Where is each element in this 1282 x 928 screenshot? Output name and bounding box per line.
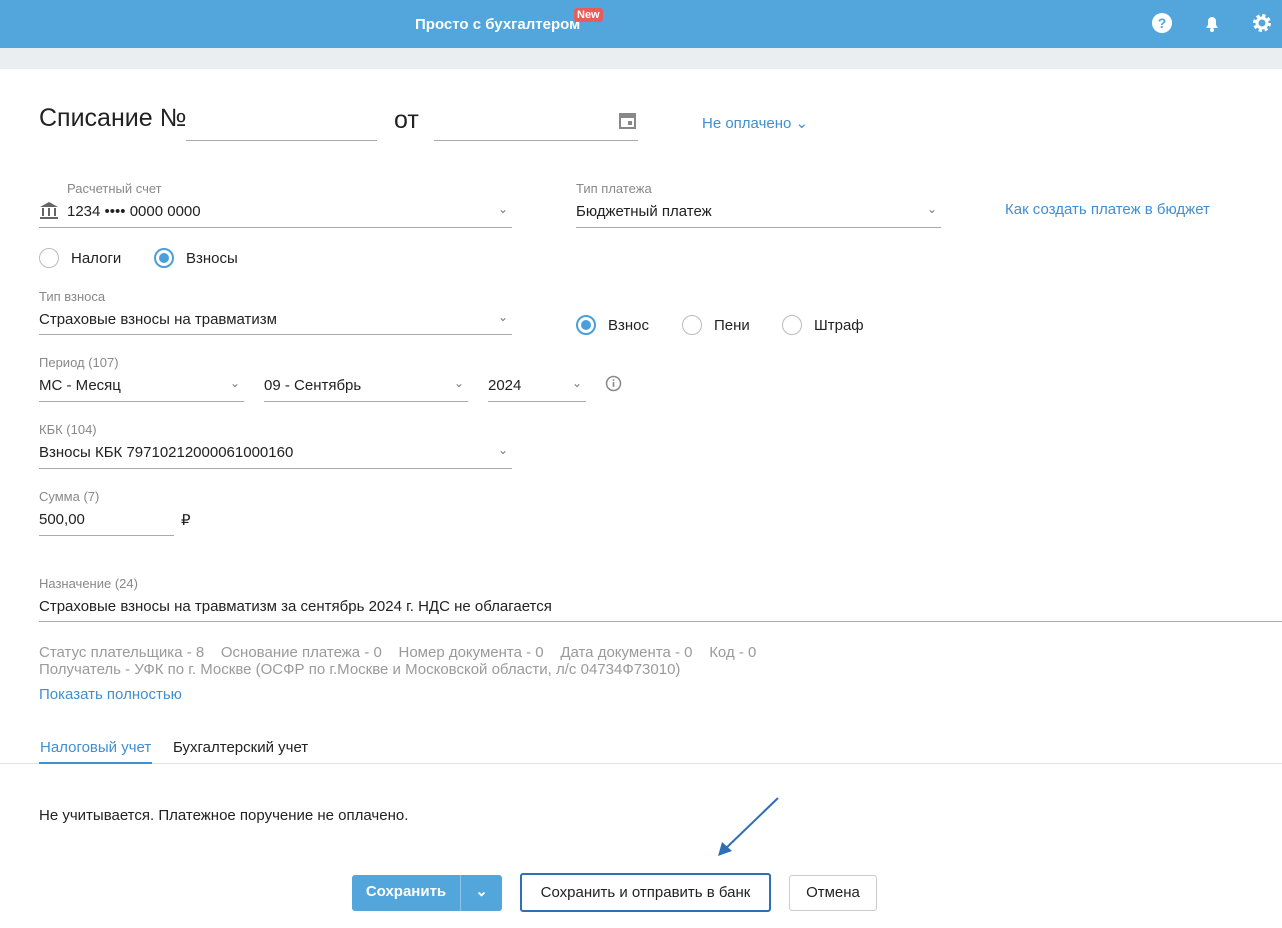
- cancel-button[interactable]: Отмена: [789, 875, 877, 911]
- contribution-type-value: Страховые взносы на травматизм: [39, 311, 277, 328]
- radio-taxes[interactable]: [39, 248, 59, 272]
- radio-taxes-label: Налоги: [71, 250, 122, 267]
- sum-input[interactable]: 500,00: [39, 506, 174, 536]
- radio-contributions[interactable]: [154, 248, 174, 272]
- from-label: от: [394, 106, 419, 134]
- radio-penalty-label: Пени: [714, 317, 750, 334]
- recipient: Получатель - УФК по г. Москве (ОСФР по г…: [39, 661, 681, 678]
- chevron-down-icon: ⌄: [453, 376, 464, 390]
- tab-tax-accounting[interactable]: Налоговый учет: [39, 739, 153, 764]
- period-year-select[interactable]: 2024 ⌄: [488, 372, 586, 402]
- radio-circle: [782, 315, 802, 335]
- period-type-select[interactable]: МС - Месяц ⌄: [39, 372, 244, 402]
- chevron-down-icon: ⌄: [497, 443, 508, 457]
- chevron-down-icon: ⌄: [229, 376, 240, 390]
- payer-status: Статус плательщика - 8: [39, 644, 205, 661]
- purpose-value: Страховые взносы на травматизм за сентяб…: [39, 598, 552, 615]
- doc-number-input[interactable]: [186, 104, 377, 141]
- toolbar-strip: [0, 48, 1282, 69]
- period-type-value: МС - Месяц: [39, 377, 121, 394]
- radio-fine-label: Штраф: [814, 317, 864, 334]
- brand-title: Просто с бухгалтером: [415, 16, 581, 33]
- period-month-select[interactable]: 09 - Сентябрь ⌄: [264, 372, 468, 402]
- purpose-label: Назначение (24): [39, 576, 138, 591]
- show-full-link[interactable]: Показать полностью: [39, 686, 182, 703]
- save-options-chevron-icon[interactable]: ⌄: [460, 875, 502, 911]
- top-bar: [0, 0, 1282, 48]
- arrow-annotation: [718, 797, 779, 856]
- radio-contribution[interactable]: [576, 315, 596, 339]
- code: Код - 0: [709, 644, 757, 661]
- payment-basis: Основание платежа - 0: [220, 644, 382, 661]
- period-month-value: 09 - Сентябрь: [264, 377, 362, 394]
- account-value: 1234 •••• 0000 0000: [67, 203, 201, 220]
- budget-help-link[interactable]: Как создать платеж в бюджет: [1005, 201, 1210, 218]
- sum-label: Сумма (7): [39, 489, 100, 504]
- info-icon[interactable]: [605, 375, 622, 396]
- payment-type-label: Тип платежа: [576, 181, 652, 196]
- chevron-down-icon: ⌄: [571, 376, 582, 390]
- kbk-select[interactable]: Взносы КБК 79710212000061000160 ⌄: [39, 439, 512, 469]
- chevron-down-icon: ⌄: [926, 202, 937, 216]
- radio-fine[interactable]: [782, 315, 802, 339]
- document-date: Дата документа - 0: [560, 644, 693, 661]
- account-label: Расчетный счет: [67, 181, 162, 196]
- document-number: Номер документа - 0: [398, 644, 544, 661]
- save-button[interactable]: Сохранить: [352, 875, 460, 909]
- radio-circle: [39, 248, 59, 268]
- chevron-down-icon: ⌄: [795, 115, 809, 132]
- help-icon[interactable]: ?: [1151, 12, 1173, 34]
- tab-content-text: Не учитывается. Платежное поручение не о…: [39, 807, 409, 824]
- radio-circle: [682, 315, 702, 335]
- save-button-group: Сохранить ⌄: [352, 875, 502, 911]
- doc-title: Списание №: [39, 104, 187, 132]
- svg-text:?: ?: [1158, 15, 1167, 31]
- status-label: Не оплачено: [702, 115, 792, 132]
- date-input[interactable]: [434, 104, 638, 141]
- payment-details: Статус плательщика - 8 Основание платежа…: [39, 644, 756, 661]
- radio-contribution-label: Взнос: [608, 317, 650, 334]
- radio-penalty[interactable]: [682, 315, 702, 339]
- chevron-down-icon: ⌄: [497, 202, 508, 216]
- save-and-send-button[interactable]: Сохранить и отправить в банк: [520, 873, 771, 912]
- calendar-icon[interactable]: [618, 110, 638, 134]
- radio-circle: [576, 315, 596, 335]
- bell-icon[interactable]: [1201, 12, 1223, 34]
- contribution-type-select[interactable]: Страховые взносы на травматизм ⌄: [39, 306, 512, 335]
- account-select[interactable]: 1234 •••• 0000 0000 ⌄: [39, 198, 512, 228]
- payment-status-dropdown[interactable]: Не оплачено ⌄: [702, 114, 808, 132]
- payment-type-select[interactable]: Бюджетный платеж ⌄: [576, 198, 941, 228]
- bank-icon: [39, 200, 59, 224]
- radio-contributions-label: Взносы: [186, 250, 238, 267]
- gear-icon[interactable]: [1251, 12, 1273, 34]
- period-label: Период (107): [39, 355, 119, 370]
- contribution-type-label: Тип взноса: [39, 289, 106, 304]
- radio-circle: [154, 248, 174, 268]
- payment-type-value: Бюджетный платеж: [576, 203, 712, 220]
- purpose-input[interactable]: Страховые взносы на травматизм за сентяб…: [39, 593, 1282, 622]
- period-year-value: 2024: [488, 377, 522, 394]
- kbk-label: КБК (104): [39, 422, 97, 437]
- currency-symbol: ₽: [181, 512, 191, 529]
- tabs-divider: [0, 763, 1282, 764]
- kbk-value: Взносы КБК 79710212000061000160: [39, 444, 294, 461]
- sum-value: 500,00: [39, 511, 85, 528]
- new-badge: New: [574, 8, 603, 22]
- tab-bookkeeping[interactable]: Бухгалтерский учет: [173, 739, 308, 756]
- chevron-down-icon: ⌄: [497, 310, 508, 324]
